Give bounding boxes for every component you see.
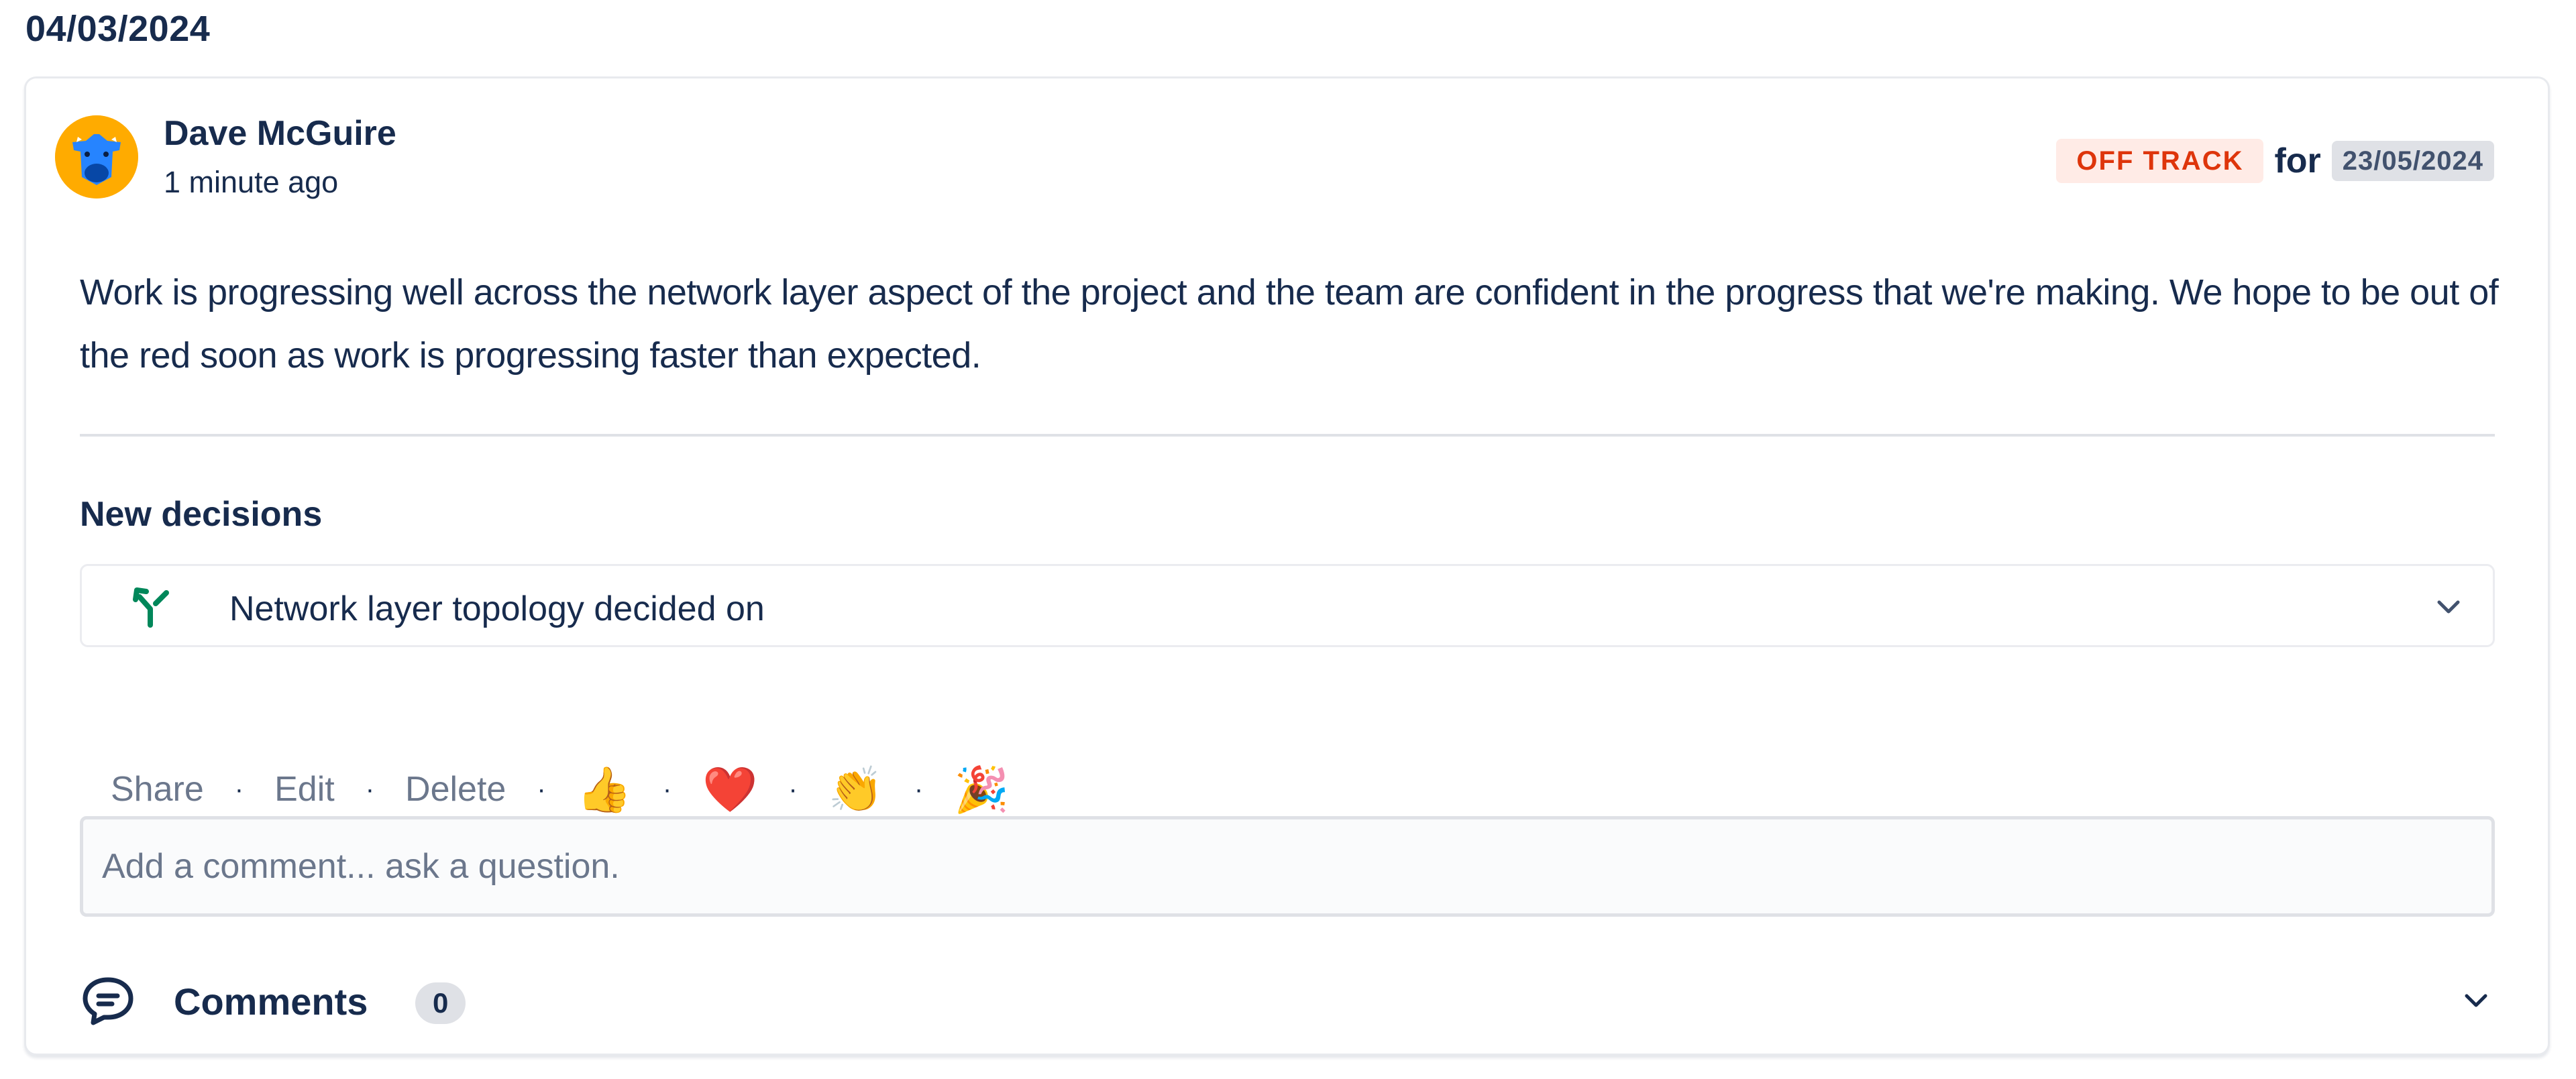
decision-label: Network layer topology decided on xyxy=(229,589,765,628)
decision-item[interactable]: Network layer topology decided on xyxy=(80,564,2495,647)
share-button[interactable]: Share xyxy=(111,769,204,809)
comments-label: Comments xyxy=(174,980,368,1023)
separator-dot: · xyxy=(662,774,672,804)
update-body-text: Work is progressing well across the netw… xyxy=(80,272,2499,376)
target-date-badge: 23/05/2024 xyxy=(2331,141,2494,181)
reaction-thumbs-up-button[interactable]: 👍 xyxy=(577,762,632,816)
decisions-section-title: New decisions xyxy=(80,495,323,534)
edit-button[interactable]: Edit xyxy=(274,769,335,809)
reaction-party-button[interactable]: 🎉 xyxy=(954,762,1009,816)
divider xyxy=(80,434,2495,437)
delete-button[interactable]: Delete xyxy=(405,769,506,809)
status-badge: OFF TRACK xyxy=(2056,139,2264,183)
project-update-view: 04/03/2024 Dave McGuire 1 minute ago OFF… xyxy=(0,0,2576,1079)
author-name[interactable]: Dave McGuire xyxy=(164,113,396,154)
separator-dot: · xyxy=(788,774,798,804)
separator-dot: · xyxy=(365,774,375,804)
update-timestamp: 1 minute ago xyxy=(164,165,339,199)
status-row: OFF TRACK for 23/05/2024 xyxy=(2056,139,2494,183)
comment-input[interactable] xyxy=(80,816,2495,917)
separator-dot: · xyxy=(234,774,244,804)
chevron-down-icon[interactable] xyxy=(2432,591,2465,624)
comments-count-badge: 0 xyxy=(415,982,466,1024)
reaction-heart-button[interactable]: ❤️ xyxy=(702,762,757,816)
avatar-bull-icon xyxy=(55,115,138,198)
separator-dot: · xyxy=(914,774,924,804)
update-date-heading: 04/03/2024 xyxy=(25,9,211,49)
status-for-label: for xyxy=(2274,141,2321,180)
avatar[interactable] xyxy=(55,115,138,198)
comment-bubble-icon xyxy=(83,977,133,1025)
update-card: Dave McGuire 1 minute ago OFF TRACK for … xyxy=(24,76,2550,1056)
reaction-clap-button[interactable]: 👏 xyxy=(828,762,883,816)
separator-dot: · xyxy=(537,774,546,804)
chevron-down-icon[interactable] xyxy=(2460,985,2492,1017)
comments-toggle[interactable]: Comments 0 xyxy=(80,964,2508,1037)
decision-branch-icon xyxy=(133,587,169,628)
